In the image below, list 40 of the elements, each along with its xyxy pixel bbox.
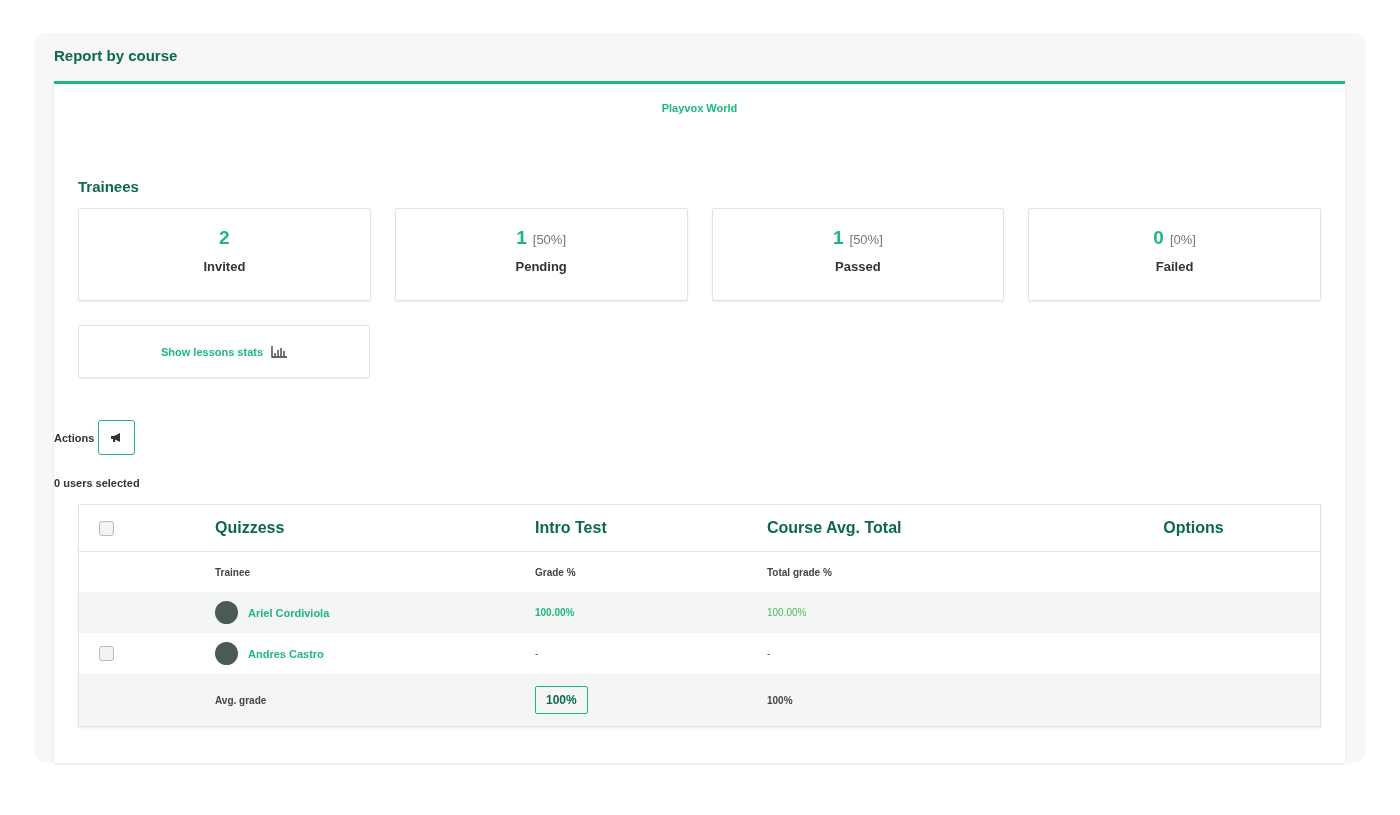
actions-button[interactable] [98,420,136,455]
stat-percent: [50%] [849,232,883,247]
avatar [215,642,238,665]
avg-total-value: 100% [767,694,794,706]
section-title: Trainees [78,178,140,195]
stat-label: Failed [1155,259,1194,274]
table-cell-text: 100.00% [767,607,808,618]
stat-value: 1 [516,227,527,249]
stat-percent: [50%] [532,232,567,247]
megaphone-icon [111,433,123,442]
row-checkbox[interactable] [99,646,114,661]
table-cell-text: - [535,648,540,659]
avg-grade-label: Avg. grade [215,694,268,706]
course-name: Playvox World [660,102,739,114]
stat-label: Passed [835,259,881,274]
stat-value: 2 [219,227,230,249]
stat-value: 0 [1153,227,1164,249]
avg-grade-value: 100% [535,686,588,714]
stat-label: Pending [515,259,567,274]
select-all-checkbox[interactable] [99,520,114,536]
table-cell-text: 100.00% [535,607,576,618]
column-subheader: Grade % [535,566,577,578]
trainee-link[interactable]: Andres Castro [248,647,324,660]
selected-count: 0 users selected [54,477,140,489]
stat-label: Invited [203,259,246,274]
actions-label: Actions [54,431,95,444]
column-header: Quizzess [215,519,286,537]
column-header: Course Avg. Total [767,519,903,537]
bar-chart-icon [271,345,288,358]
trainee-link[interactable]: Ariel Cordiviola [248,606,330,619]
column-header: Options [1162,519,1225,537]
column-header: Intro Test [535,519,608,537]
column-subheader: Total grade % [767,566,833,578]
page-title: Report by course [54,47,179,64]
stat-percent: [0%] [1169,232,1196,247]
column-subheader: Trainee [215,566,252,578]
stat-value: 1 [832,227,844,249]
show-lessons-stats-button[interactable]: Show lessons stats [78,325,370,378]
table-cell-text: - [767,648,772,659]
avatar [215,601,238,624]
